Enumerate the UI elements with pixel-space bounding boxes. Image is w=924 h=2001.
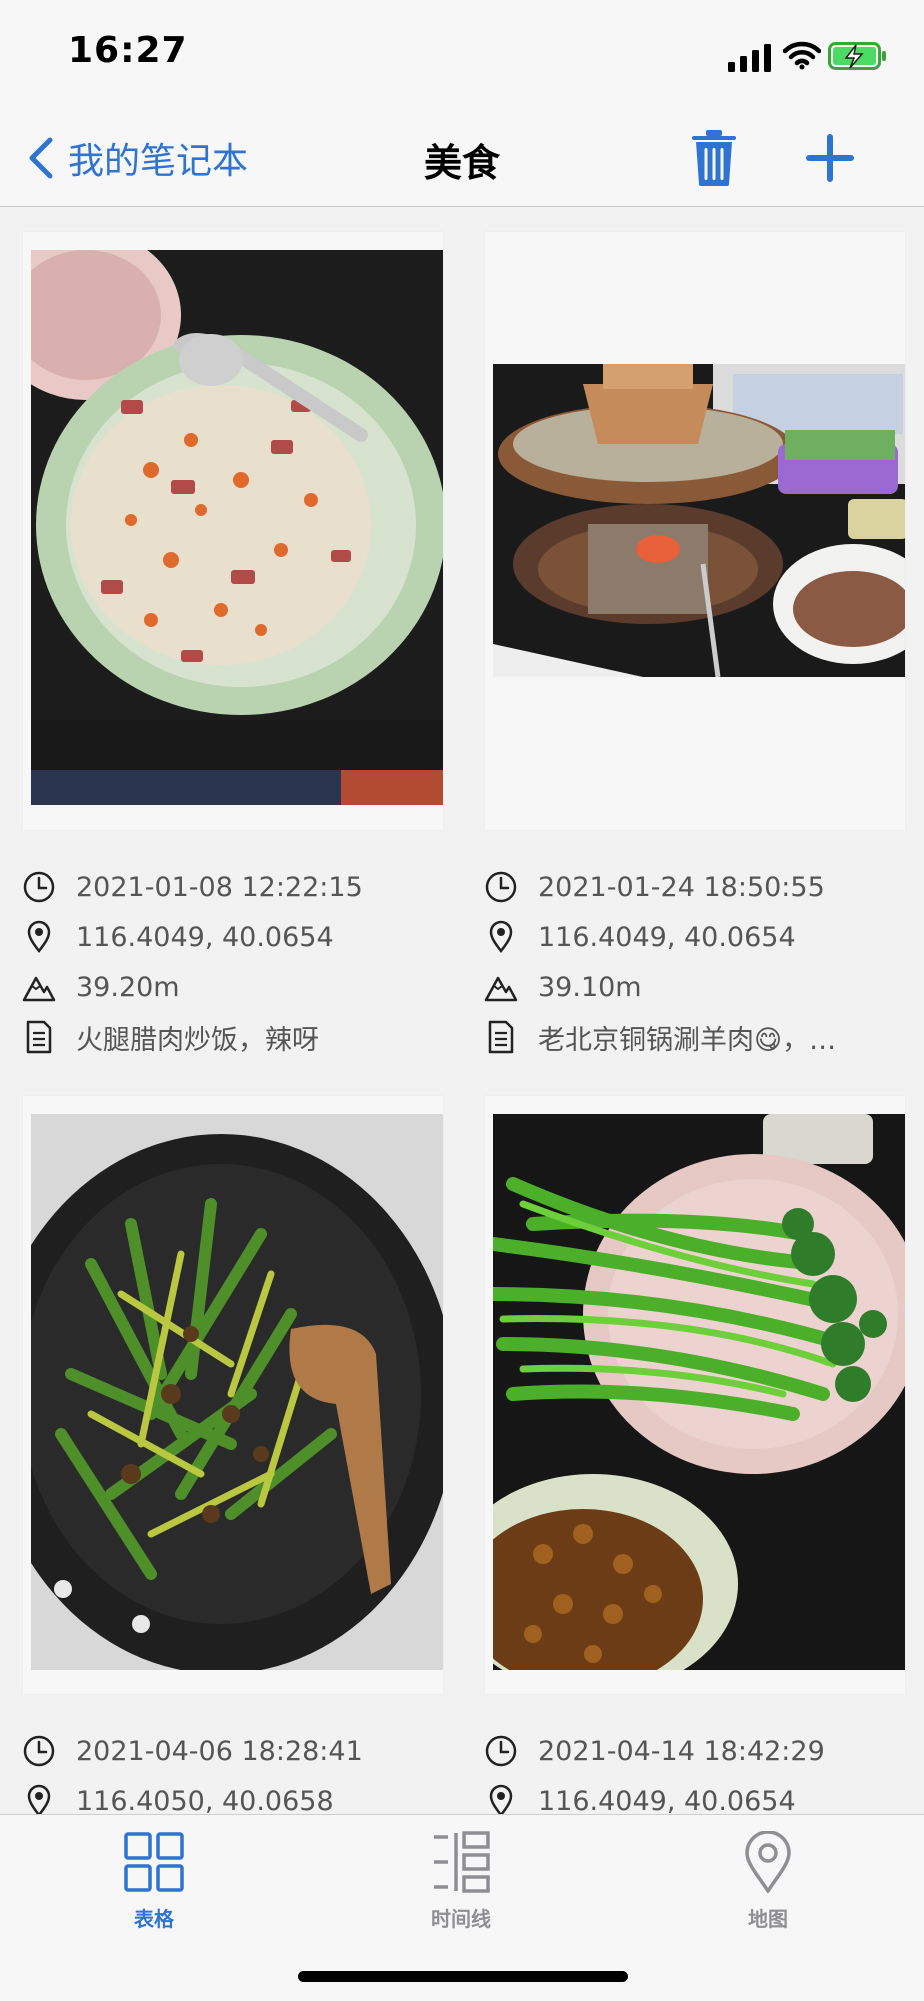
note-location: 116.4050, 40.0658: [22, 1781, 334, 1814]
clock-icon: [485, 1735, 517, 1767]
photo-copper-hotpot: [493, 364, 905, 677]
navigation-bar: 我的笔记本 美食: [0, 110, 924, 207]
back-button[interactable]: 我的笔记本: [24, 130, 248, 186]
tab-timeline-label: 时间线: [431, 1907, 491, 1931]
clock-icon: [485, 871, 517, 903]
note-text: 老北京铜锅涮羊肉😋，…: [484, 1017, 836, 1057]
note-altitude: 39.10m: [484, 967, 642, 1007]
notes-grid[interactable]: 2021-01-08 12:22:15 116.4049, 40.0654 39…: [0, 207, 924, 1814]
tab-timeline[interactable]: 时间线: [391, 1831, 531, 1941]
location-pin-icon: [489, 920, 513, 954]
note-time: 2021-04-06 18:28:41: [22, 1731, 363, 1771]
note-location: 116.4049, 40.0654: [22, 917, 334, 957]
note-location: 116.4049, 40.0654: [484, 917, 796, 957]
note-photo: [22, 1095, 444, 1695]
note-altitude: 39.20m: [22, 967, 180, 1007]
grid-icon: [124, 1832, 184, 1892]
chevron-left-icon: [29, 137, 53, 179]
trash-icon[interactable]: [690, 128, 738, 188]
cellular-signal-icon: [728, 44, 771, 72]
add-icon[interactable]: [804, 132, 856, 184]
tab-bar: 表格 时间线 地图: [0, 1814, 924, 2001]
note-time: 2021-04-14 18:42:29: [484, 1731, 825, 1771]
clock-icon: [23, 871, 55, 903]
tab-map-label: 地图: [748, 1907, 788, 1931]
status-bar: 16:27: [0, 0, 924, 110]
timeline-icon: [434, 1831, 490, 1893]
map-pin-icon: [745, 1831, 791, 1893]
photo-green-vegetables: [493, 1114, 905, 1670]
battery-charging-icon: [828, 42, 886, 70]
mountain-icon: [22, 976, 56, 1002]
photo-stir-fried-leeks: [31, 1114, 443, 1670]
note-card[interactable]: 2021-04-14 18:42:29 116.4049, 40.0654: [470, 1079, 916, 1814]
back-button-label: 我的笔记本: [68, 141, 249, 182]
note-text: 火腿腊肉炒饭，辣呀: [22, 1017, 319, 1057]
location-pin-icon: [27, 1784, 51, 1814]
document-icon: [488, 1020, 514, 1054]
location-pin-icon: [27, 920, 51, 954]
note-time: 2021-01-08 12:22:15: [22, 867, 363, 907]
location-pin-icon: [489, 1784, 513, 1814]
home-indicator[interactable]: [298, 1971, 628, 1982]
note-location: 116.4049, 40.0654: [484, 1781, 796, 1814]
note-time: 2021-01-24 18:50:55: [484, 867, 825, 907]
note-card[interactable]: 2021-01-24 18:50:55 116.4049, 40.0654 39…: [470, 215, 916, 1067]
status-time: 16:27: [68, 30, 188, 71]
photo-fried-rice: [31, 250, 443, 805]
tab-map[interactable]: 地图: [698, 1831, 838, 1941]
clock-icon: [23, 1735, 55, 1767]
note-photo: [484, 231, 906, 831]
note-photo: [484, 1095, 906, 1695]
tab-grid-label: 表格: [134, 1907, 174, 1931]
note-card[interactable]: 2021-01-08 12:22:15 116.4049, 40.0654 39…: [8, 215, 454, 1067]
note-photo: [22, 231, 444, 831]
tab-grid[interactable]: 表格: [84, 1831, 224, 1941]
document-icon: [26, 1020, 52, 1054]
note-card[interactable]: 2021-04-06 18:28:41 116.4050, 40.0658: [8, 1079, 454, 1814]
mountain-icon: [484, 976, 518, 1002]
wifi-icon: [783, 41, 821, 70]
